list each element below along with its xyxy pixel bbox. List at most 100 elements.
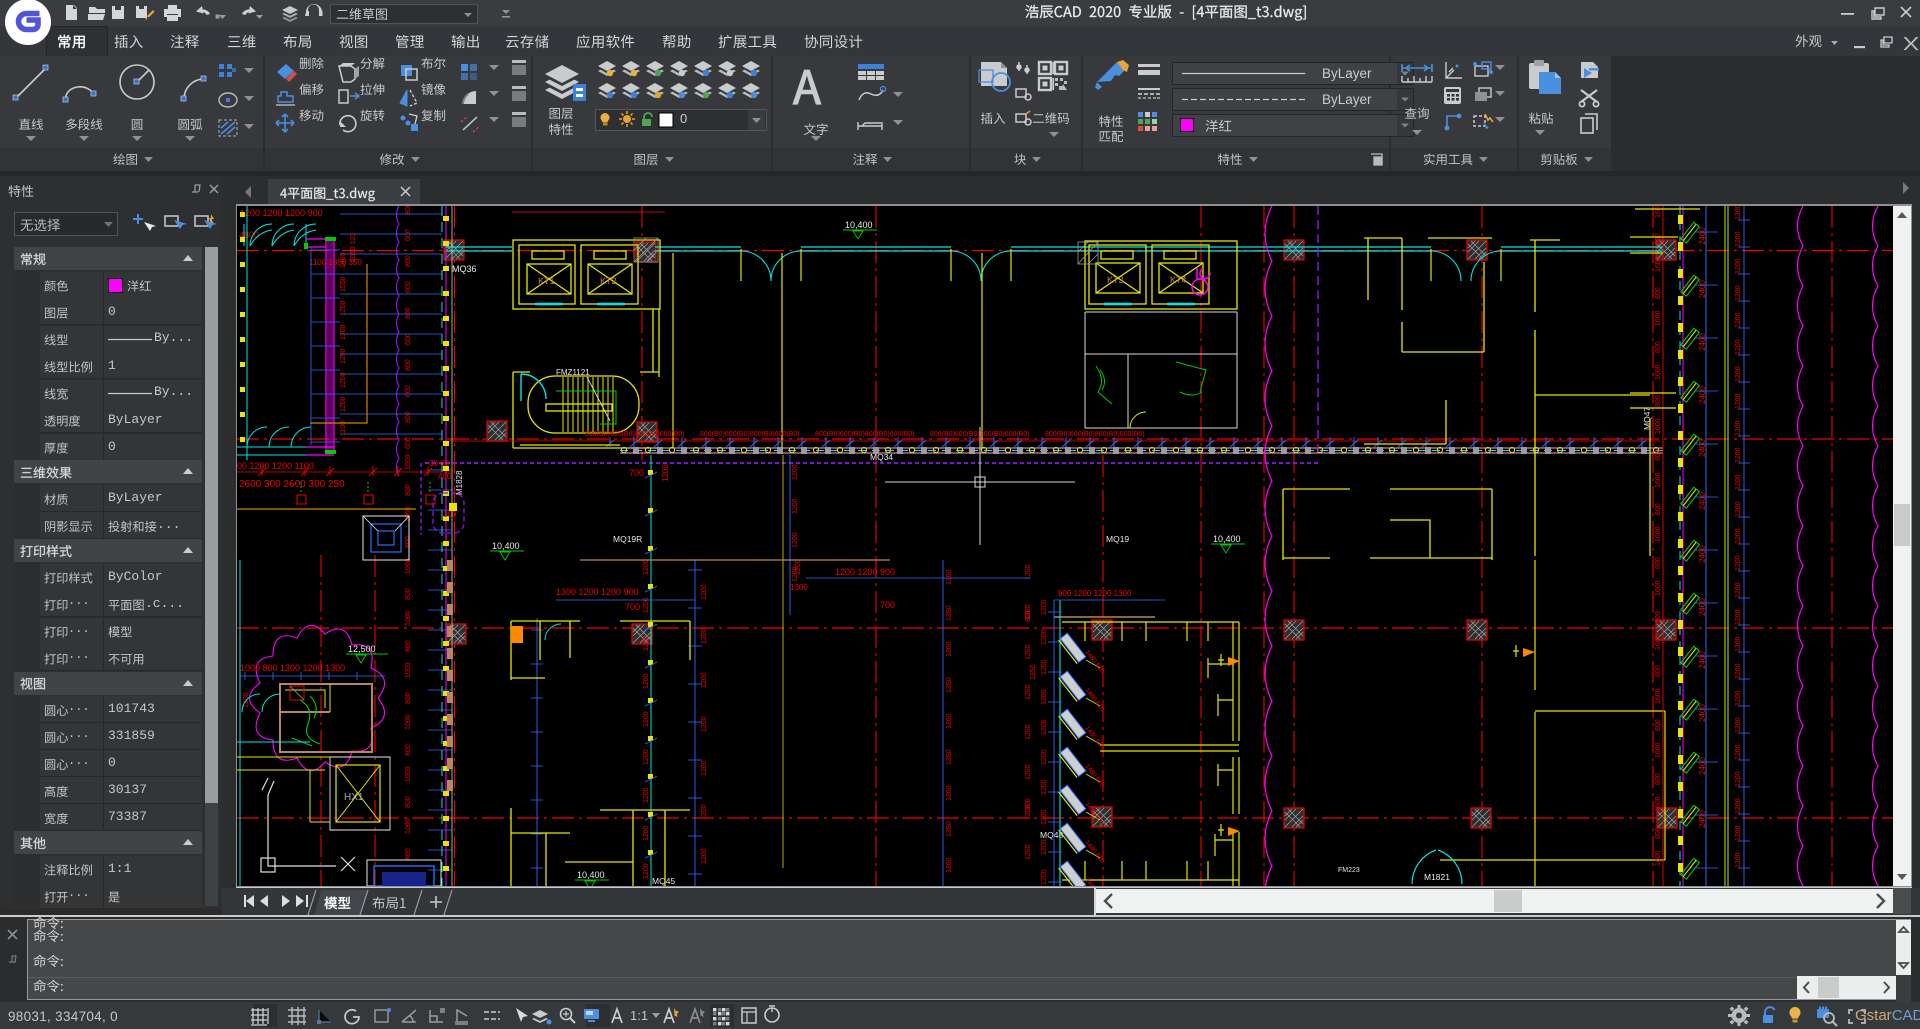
svg-text:1350: 1350	[946, 821, 953, 837]
svg-text:800(B0)600(B0)800(B0)600(B0): 800(B0)600(B0)800(B0)600(B0)	[815, 431, 915, 438]
svg-text:10,400: 10,400	[492, 541, 520, 551]
svg-text:1600: 1600	[1655, 634, 1662, 650]
svg-text:700: 700	[880, 600, 895, 610]
svg-text:1200: 1200	[1041, 839, 1048, 855]
svg-text:800: 800	[1655, 827, 1662, 839]
svg-text:1200: 1200	[643, 559, 650, 575]
svg-text:1200: 1200	[643, 863, 650, 879]
svg-text:800: 800	[405, 744, 412, 756]
svg-text:800: 800	[405, 255, 412, 267]
svg-text:800: 800	[405, 307, 412, 319]
svg-text:1200: 1200	[701, 584, 708, 600]
svg-text:1200: 1200	[1025, 764, 1032, 780]
svg-text:1200: 1200	[701, 804, 708, 820]
svg-text:1600: 1600	[1655, 310, 1662, 326]
svg-text:1200: 1200	[643, 711, 650, 727]
svg-text:1200: 1200	[1025, 724, 1032, 740]
svg-text:1200: 1200	[1041, 719, 1048, 735]
svg-text:800: 800	[1655, 287, 1662, 299]
svg-text:1200: 1200	[1041, 749, 1048, 765]
svg-text:1200: 1200	[795, 559, 802, 575]
svg-text:1200: 1200	[1735, 528, 1742, 544]
svg-text:800(B0)600(B0)800(B0)600(B0): 800(B0)600(B0)800(B0)600(B0)	[700, 431, 800, 438]
svg-text:10,400: 10,400	[845, 220, 873, 230]
svg-text:1050 120: 1050 120	[350, 233, 357, 262]
svg-text:1550: 1550	[340, 276, 347, 292]
svg-text:1200: 1200	[1735, 231, 1742, 247]
svg-text:1200: 1200	[701, 672, 708, 688]
svg-text:1600: 1600	[1655, 796, 1662, 812]
svg-text:1200: 1200	[1735, 285, 1742, 301]
svg-text:800: 800	[1655, 611, 1662, 623]
svg-text:1200: 1200	[792, 498, 799, 514]
svg-text:1200: 1200	[701, 716, 708, 732]
svg-text:1200: 1200	[701, 760, 708, 776]
svg-text:800: 800	[1655, 233, 1662, 245]
svg-text:1600: 1600	[1655, 850, 1662, 866]
svg-text:1200: 1200	[1735, 582, 1742, 598]
svg-text:1000: 1000	[405, 454, 412, 470]
svg-text:800: 800	[1655, 719, 1662, 731]
svg-text:1200: 1200	[1041, 869, 1048, 885]
svg-text:1200: 1200	[1041, 809, 1048, 825]
svg-text:1200: 1200	[1735, 798, 1742, 814]
svg-text:1200: 1200	[1735, 717, 1742, 733]
svg-text:1200: 1200	[792, 532, 799, 548]
svg-text:1600: 1600	[1655, 472, 1662, 488]
svg-text:800: 800	[1655, 503, 1662, 515]
svg-text:1200: 1200	[946, 857, 953, 873]
svg-text:10,400: 10,400	[1213, 534, 1241, 544]
svg-text:1200: 1200	[1025, 844, 1032, 860]
svg-text:1200: 1200	[1735, 690, 1742, 706]
svg-text:1200: 1200	[1735, 312, 1742, 328]
svg-text:1200: 1200	[1025, 604, 1032, 620]
svg-text:1200: 1200	[1041, 629, 1048, 645]
svg-text:MQ34: MQ34	[870, 452, 893, 462]
svg-text:800: 800	[405, 848, 412, 860]
svg-text:1200: 1200	[946, 569, 953, 585]
svg-text:600: 600	[405, 385, 412, 397]
svg-text:1600: 1600	[1655, 742, 1662, 758]
svg-text:800: 800	[405, 411, 412, 423]
svg-text:12,500: 12,500	[348, 644, 376, 654]
svg-text:1000: 1000	[405, 766, 412, 782]
svg-text:1200: 1200	[340, 300, 347, 316]
svg-text:1200: 1200	[1735, 744, 1742, 760]
svg-text:800: 800	[1655, 773, 1662, 785]
svg-text:1200: 1200	[1735, 501, 1742, 517]
svg-text:KT2: KT2	[600, 276, 617, 286]
svg-text:800: 800	[405, 796, 412, 808]
svg-text:1200: 1200	[1735, 447, 1742, 463]
svg-text:1200: 1200	[1735, 258, 1742, 274]
svg-text:1200: 1200	[701, 848, 708, 864]
svg-text:1200: 1200	[1735, 206, 1742, 220]
svg-text:1000: 1000	[405, 662, 412, 678]
svg-text:800: 800	[405, 359, 412, 371]
svg-text:1200: 1200	[661, 464, 670, 482]
svg-text:MQ45: MQ45	[652, 876, 675, 886]
svg-text:1600: 1600	[1655, 580, 1662, 596]
svg-text:800(B0)600(B0)800(B0)600(B0): 800(B0)600(B0)800(B0)600(B0)	[585, 431, 685, 438]
svg-text:400: 400	[438, 472, 452, 481]
svg-text:1350: 1350	[946, 605, 953, 621]
svg-text:600: 600	[405, 281, 412, 293]
svg-text:1200: 1200	[946, 641, 953, 657]
svg-text:1200: 1200	[1735, 825, 1742, 841]
svg-text:2600 300 2600 300 250: 2600 300 2600 300 250	[239, 479, 345, 490]
svg-text:800: 800	[1655, 341, 1662, 353]
svg-text:1200: 1200	[340, 396, 347, 412]
svg-text:30 60: 30 60	[429, 459, 450, 468]
svg-text:M1821: M1821	[1424, 872, 1450, 882]
svg-text:1600: 1600	[1655, 526, 1662, 542]
svg-text:1200 1200 900: 1200 1200 900	[835, 567, 895, 577]
svg-text:800: 800	[405, 588, 412, 600]
svg-text:800: 800	[1655, 557, 1662, 569]
svg-text:HX1: HX1	[344, 792, 364, 803]
svg-text:1000: 1000	[405, 714, 412, 730]
svg-text:FM223: FM223	[1338, 867, 1360, 874]
svg-text:800: 800	[1655, 665, 1662, 677]
svg-text:1200: 1200	[1025, 684, 1032, 700]
svg-text:1200 1200 1200 900: 1200 1200 1200 900	[240, 208, 323, 218]
svg-text:1200: 1200	[1735, 771, 1742, 787]
svg-text:1200: 1200	[340, 348, 347, 364]
